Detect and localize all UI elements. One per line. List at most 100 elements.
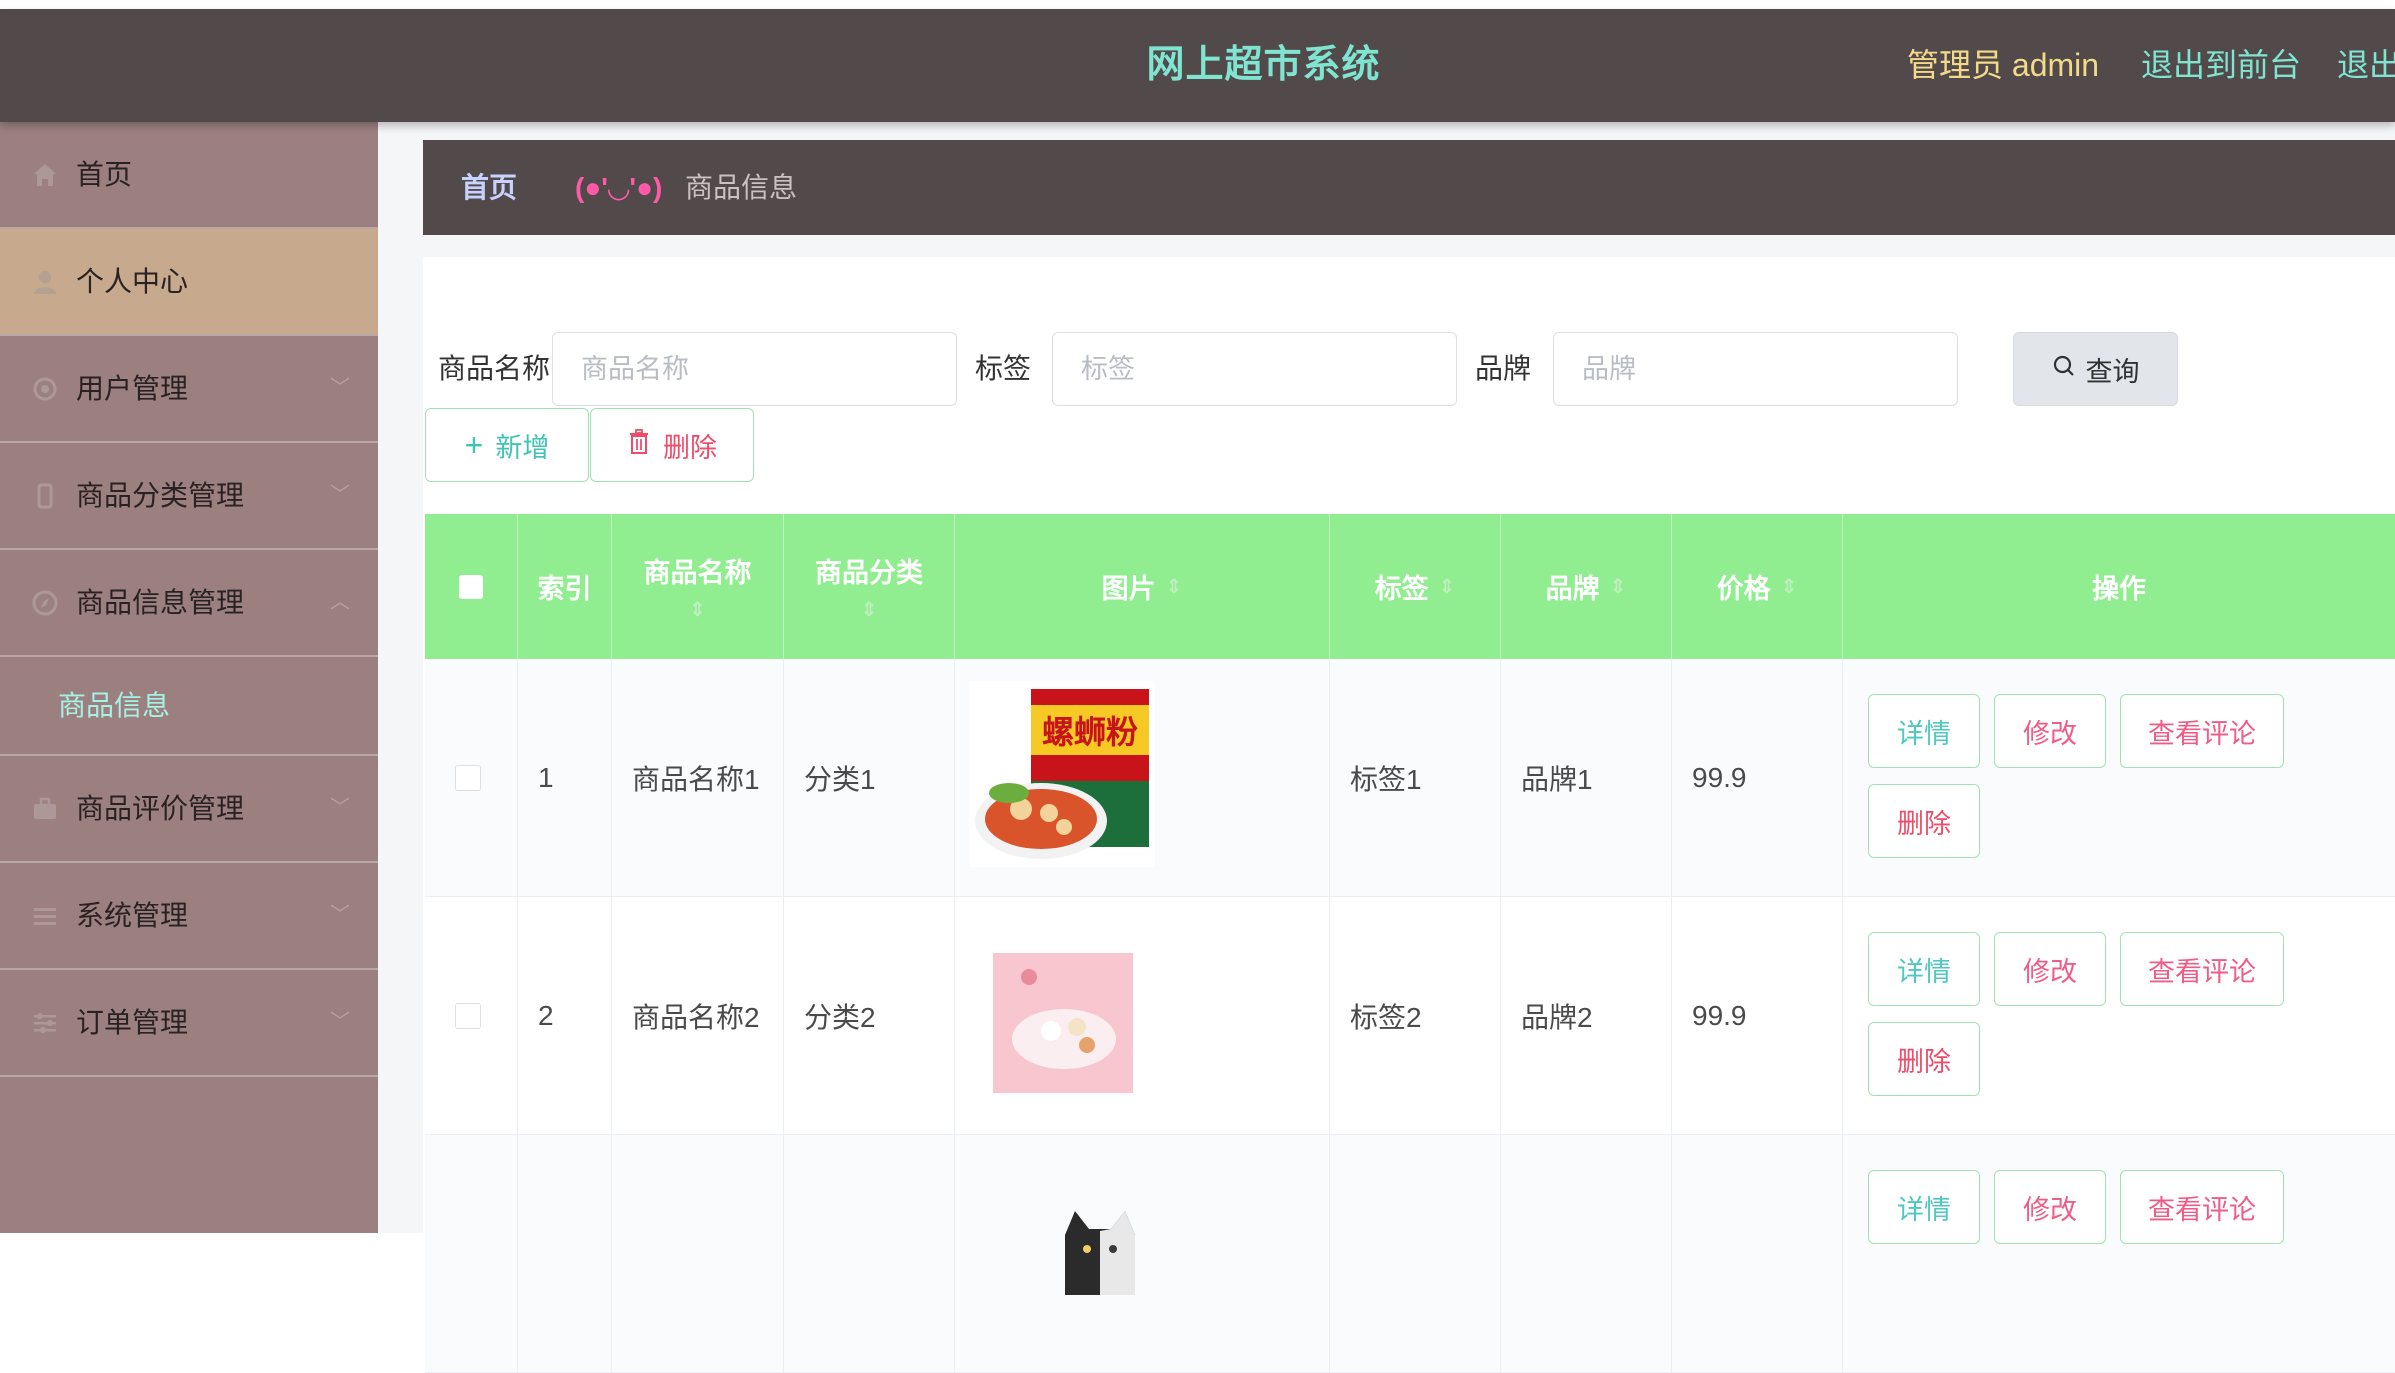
chevron-down-icon: ﹀ bbox=[330, 904, 350, 926]
delete-button[interactable]: 删除 bbox=[1868, 784, 1980, 858]
sidebar-subitem-product-info[interactable]: 商品信息 bbox=[0, 657, 378, 756]
index-cell: 2 bbox=[518, 897, 612, 1134]
edit-button[interactable]: 修改 bbox=[1994, 694, 2106, 768]
chevron-down-icon: ﹀ bbox=[330, 484, 350, 506]
product-image[interactable]: 螺蛳粉 bbox=[969, 681, 1155, 867]
sidebar-item-label: 系统管理 bbox=[76, 900, 189, 931]
name-filter-input[interactable] bbox=[552, 332, 957, 406]
product-image[interactable] bbox=[1055, 1157, 1145, 1343]
sidebar-item-product-management[interactable]: 商品信息管理 ︿ bbox=[0, 550, 378, 657]
brand-cell: 品牌1 bbox=[1501, 659, 1672, 896]
product-image[interactable] bbox=[969, 919, 1155, 1105]
sort-icon[interactable]: ⇕ bbox=[1166, 577, 1183, 597]
sort-icon[interactable]: ⇕ bbox=[861, 598, 878, 622]
exit-to-front-link[interactable]: 退出到前台 bbox=[2141, 9, 2301, 122]
gear-icon bbox=[30, 336, 60, 441]
breadcrumb-home[interactable]: 首页 bbox=[461, 140, 517, 235]
sidebar-item-home[interactable]: 首页 bbox=[0, 122, 378, 229]
name-filter-label: 商品名称 bbox=[438, 353, 551, 384]
sort-icon[interactable]: ⇕ bbox=[1781, 577, 1798, 597]
table-row: 1 商品名称1 分类1 螺蛳粉 标签1 品牌1 99.9 详情 修改 查看评论 … bbox=[425, 659, 2395, 897]
brand-cell: 品牌2 bbox=[1501, 897, 1672, 1134]
index-cell: 1 bbox=[518, 659, 612, 896]
chevron-up-icon: ︿ bbox=[330, 591, 350, 613]
product-image-brand-text: 螺蛳粉 bbox=[1042, 713, 1138, 751]
sort-icon[interactable]: ⇕ bbox=[1439, 577, 1456, 597]
sidebar-item-category-management[interactable]: 商品分类管理 ﹀ bbox=[0, 443, 378, 550]
header-image[interactable]: 图片 ⇕ bbox=[955, 514, 1330, 659]
search-icon bbox=[2052, 354, 2076, 385]
header-select-all[interactable] bbox=[425, 514, 518, 659]
trash-icon bbox=[627, 428, 651, 462]
table-row: 2 商品名称2 分类2 标签2 品牌2 99.9 详情 修改 查看评论 删除 bbox=[425, 897, 2395, 1135]
header-brand-label: 品牌 bbox=[1545, 574, 1600, 604]
sidebar-item-label: 商品分类管理 bbox=[76, 480, 245, 511]
image-cell: 螺蛳粉 bbox=[955, 659, 1330, 896]
content-panel: 商品名称 标签 品牌 查询 + 新增 删除 bbox=[423, 257, 2395, 1373]
main-content: 首页 (●'◡'●) 商品信息 商品名称 标签 品牌 查询 + 新增 删除 bbox=[378, 122, 2395, 1373]
edit-button[interactable]: 修改 bbox=[1994, 932, 2106, 1006]
logout-link[interactable]: 退出 bbox=[2337, 9, 2395, 122]
detail-button[interactable]: 详情 bbox=[1868, 932, 1980, 1006]
compass-icon bbox=[30, 550, 60, 655]
query-button-label: 查询 bbox=[2085, 356, 2140, 387]
sidebar-item-label: 商品评价管理 bbox=[76, 793, 245, 824]
name-cell: 商品名称1 bbox=[612, 659, 784, 896]
sidebar-item-label: 用户管理 bbox=[76, 373, 189, 404]
plus-icon: + bbox=[464, 427, 484, 463]
header-operations: 操作 bbox=[1843, 514, 2395, 659]
header-brand[interactable]: 品牌 ⇕ bbox=[1501, 514, 1672, 659]
category-cell: 分类1 bbox=[784, 659, 955, 896]
view-reviews-button[interactable]: 查看评论 bbox=[2120, 932, 2284, 1006]
sidebar-item-label: 首页 bbox=[76, 159, 133, 190]
table-row: 详情 修改 查看评论 bbox=[425, 1135, 2395, 1373]
header-tag-label: 标签 bbox=[1374, 574, 1429, 604]
header-index-label: 索引 bbox=[537, 574, 592, 604]
sidebar-item-user-management[interactable]: 用户管理 ﹀ bbox=[0, 336, 378, 443]
header-price[interactable]: 价格 ⇕ bbox=[1672, 514, 1843, 659]
header-image-label: 图片 bbox=[1101, 574, 1156, 604]
category-cell bbox=[784, 1135, 955, 1372]
tag-filter-label: 标签 bbox=[975, 353, 1032, 384]
header-index: 索引 bbox=[518, 514, 612, 659]
row-select-cell bbox=[425, 659, 518, 896]
row-checkbox[interactable] bbox=[455, 1002, 481, 1029]
sidebar-item-review-management[interactable]: 商品评价管理 ﹀ bbox=[0, 756, 378, 863]
brand-filter-input[interactable] bbox=[1553, 332, 1958, 406]
bulk-delete-button[interactable]: 删除 bbox=[590, 408, 754, 482]
tag-filter-input[interactable] bbox=[1052, 332, 1457, 406]
name-cell: 商品名称2 bbox=[612, 897, 784, 1134]
chevron-down-icon: ﹀ bbox=[330, 377, 350, 399]
admin-label: 管理员 admin bbox=[1907, 47, 2100, 83]
sort-icon[interactable]: ⇕ bbox=[689, 598, 706, 622]
image-cell bbox=[955, 897, 1330, 1134]
sidebar-item-order-management[interactable]: 订单管理 ﹀ bbox=[0, 970, 378, 1077]
bulk-delete-label: 删除 bbox=[663, 432, 717, 463]
query-button[interactable]: 查询 bbox=[2013, 332, 2178, 406]
briefcase-icon bbox=[30, 756, 60, 861]
sort-icon[interactable]: ⇕ bbox=[1610, 577, 1627, 597]
detail-button[interactable]: 详情 bbox=[1868, 694, 1980, 768]
sidebar-item-personal-center[interactable]: 个人中心 bbox=[0, 229, 378, 336]
add-button[interactable]: + 新增 bbox=[425, 408, 589, 482]
row-checkbox[interactable] bbox=[455, 764, 481, 791]
table-header: 索引 商品名称 ⇕ 商品分类 ⇕ 图片 ⇕ 标签 ⇕ 品牌 ⇕ 价格 ⇕ 操作 bbox=[425, 514, 2395, 659]
header-name-label: 商品名称 bbox=[643, 558, 752, 588]
price-cell: 99.9 bbox=[1672, 659, 1843, 896]
header-name[interactable]: 商品名称 ⇕ bbox=[612, 514, 784, 659]
header-category[interactable]: 商品分类 ⇕ bbox=[784, 514, 955, 659]
view-reviews-button[interactable]: 查看评论 bbox=[2120, 694, 2284, 768]
operations-cell: 详情 修改 查看评论 删除 bbox=[1843, 897, 2395, 1134]
delete-button[interactable]: 删除 bbox=[1868, 1022, 1980, 1096]
index-cell bbox=[518, 1135, 612, 1372]
row-select-cell bbox=[425, 1135, 518, 1372]
breadcrumb-current: 商品信息 bbox=[685, 172, 798, 203]
select-all-checkbox[interactable] bbox=[459, 574, 483, 599]
sidebar-item-system-management[interactable]: 系统管理 ﹀ bbox=[0, 863, 378, 970]
row-select-cell bbox=[425, 897, 518, 1134]
operations-cell: 详情 修改 查看评论 bbox=[1843, 1135, 2395, 1372]
sidebar-subitem-label: 商品信息 bbox=[58, 690, 171, 721]
menu-icon bbox=[30, 863, 60, 968]
price-cell bbox=[1672, 1135, 1843, 1372]
header-tag[interactable]: 标签 ⇕ bbox=[1330, 514, 1501, 659]
